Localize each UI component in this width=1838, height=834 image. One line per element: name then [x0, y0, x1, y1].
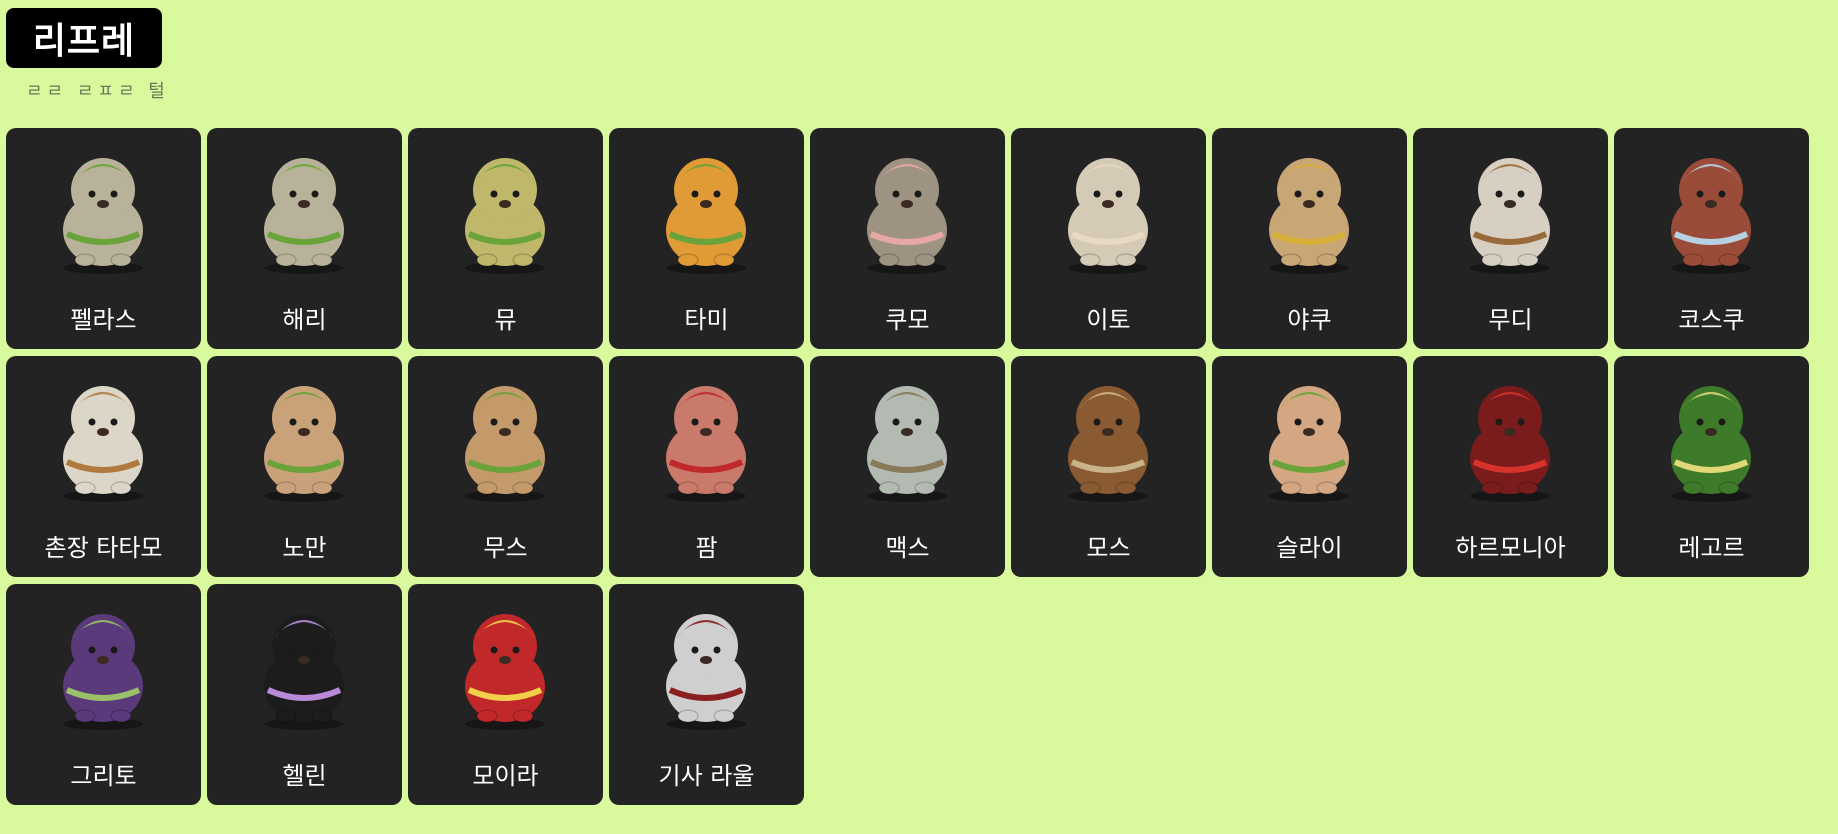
character-card[interactable]: 야쿠	[1212, 128, 1407, 349]
moira-portrait-icon	[465, 614, 545, 730]
character-card[interactable]: 팜	[609, 356, 804, 577]
character-name: 레고르	[1678, 534, 1745, 562]
character-card[interactable]: 기사 라울	[609, 584, 804, 805]
character-card[interactable]: 헬린	[207, 584, 402, 805]
page-subtitle: ㄹㄹ ㄹㅍㄹ 털	[26, 81, 169, 102]
character-name: 무스	[483, 534, 528, 562]
legor-portrait-icon	[1671, 386, 1751, 502]
character-name: 팜	[695, 534, 718, 562]
chief-tatamo-portrait-icon	[63, 386, 143, 502]
character-card[interactable]: 촌장 타타모	[6, 356, 201, 577]
character-name: 타미	[684, 306, 729, 334]
grito-portrait-icon	[63, 614, 143, 730]
kosuku-portrait-icon	[1671, 158, 1751, 274]
character-card[interactable]: 이토	[1011, 128, 1206, 349]
tami-portrait-icon	[666, 158, 746, 274]
max-portrait-icon	[867, 386, 947, 502]
character-name: 모이라	[472, 762, 539, 790]
character-name: 맥스	[885, 534, 930, 562]
noman-portrait-icon	[264, 386, 344, 502]
character-card[interactable]: 하르모니아	[1413, 356, 1608, 577]
yaku-portrait-icon	[1269, 158, 1349, 274]
character-name: 촌장 타타모	[44, 534, 163, 562]
mu-portrait-icon	[465, 158, 545, 274]
sly-portrait-icon	[1269, 386, 1349, 502]
character-grid: 펠라스 해리 뮤 타미 쿠모 이토 야쿠 무디 코스쿠촌장 타타모 노만 무스 팜 맥스 모스 슬라이 하르모…	[6, 128, 1809, 805]
character-name: 하르모니아	[1455, 534, 1566, 562]
knight-raoul-portrait-icon	[666, 614, 746, 730]
mudi-portrait-icon	[1470, 158, 1550, 274]
character-card[interactable]: 쿠모	[810, 128, 1005, 349]
character-name: 이토	[1086, 306, 1131, 334]
character-card[interactable]: 맥스	[810, 356, 1005, 577]
character-card[interactable]: 모이라	[408, 584, 603, 805]
character-card[interactable]: 무스	[408, 356, 603, 577]
character-name: 무디	[1488, 306, 1533, 334]
character-card[interactable]: 그리토	[6, 584, 201, 805]
character-name: 뮤	[494, 306, 517, 334]
character-name: 그리토	[70, 762, 137, 790]
character-name: 기사 라울	[658, 762, 755, 790]
character-card[interactable]: 무디	[1413, 128, 1608, 349]
helin-portrait-icon	[264, 614, 344, 730]
pam-portrait-icon	[666, 386, 746, 502]
character-name: 모스	[1086, 534, 1131, 562]
character-name: 슬라이	[1276, 534, 1343, 562]
moss-portrait-icon	[1068, 386, 1148, 502]
character-card[interactable]: 뮤	[408, 128, 603, 349]
character-card[interactable]: 펠라스	[6, 128, 201, 349]
character-card[interactable]: 코스쿠	[1614, 128, 1809, 349]
page: 리프레 ㄹㄹ ㄹㅍㄹ 털 펠라스 해리 뮤 타미 쿠모 이토 야쿠 무디 코스쿠촌장 타타모 노만…	[0, 0, 1838, 834]
character-name: 코스쿠	[1678, 306, 1745, 334]
character-name: 야쿠	[1287, 306, 1332, 334]
character-name: 노만	[282, 534, 327, 562]
pellas-portrait-icon	[63, 158, 143, 274]
character-card[interactable]: 레고르	[1614, 356, 1809, 577]
character-card[interactable]: 해리	[207, 128, 402, 349]
harry-portrait-icon	[264, 158, 344, 274]
ito-portrait-icon	[1068, 158, 1148, 274]
character-card[interactable]: 모스	[1011, 356, 1206, 577]
character-name: 해리	[282, 306, 327, 334]
harmonia-portrait-icon	[1470, 386, 1550, 502]
moose-portrait-icon	[465, 386, 545, 502]
character-name: 헬린	[282, 762, 327, 790]
character-name: 펠라스	[70, 306, 137, 334]
character-name: 쿠모	[885, 306, 930, 334]
page-title: 리프레	[6, 8, 162, 68]
character-card[interactable]: 노만	[207, 356, 402, 577]
kumo-portrait-icon	[867, 158, 947, 274]
character-card[interactable]: 타미	[609, 128, 804, 349]
character-card[interactable]: 슬라이	[1212, 356, 1407, 577]
